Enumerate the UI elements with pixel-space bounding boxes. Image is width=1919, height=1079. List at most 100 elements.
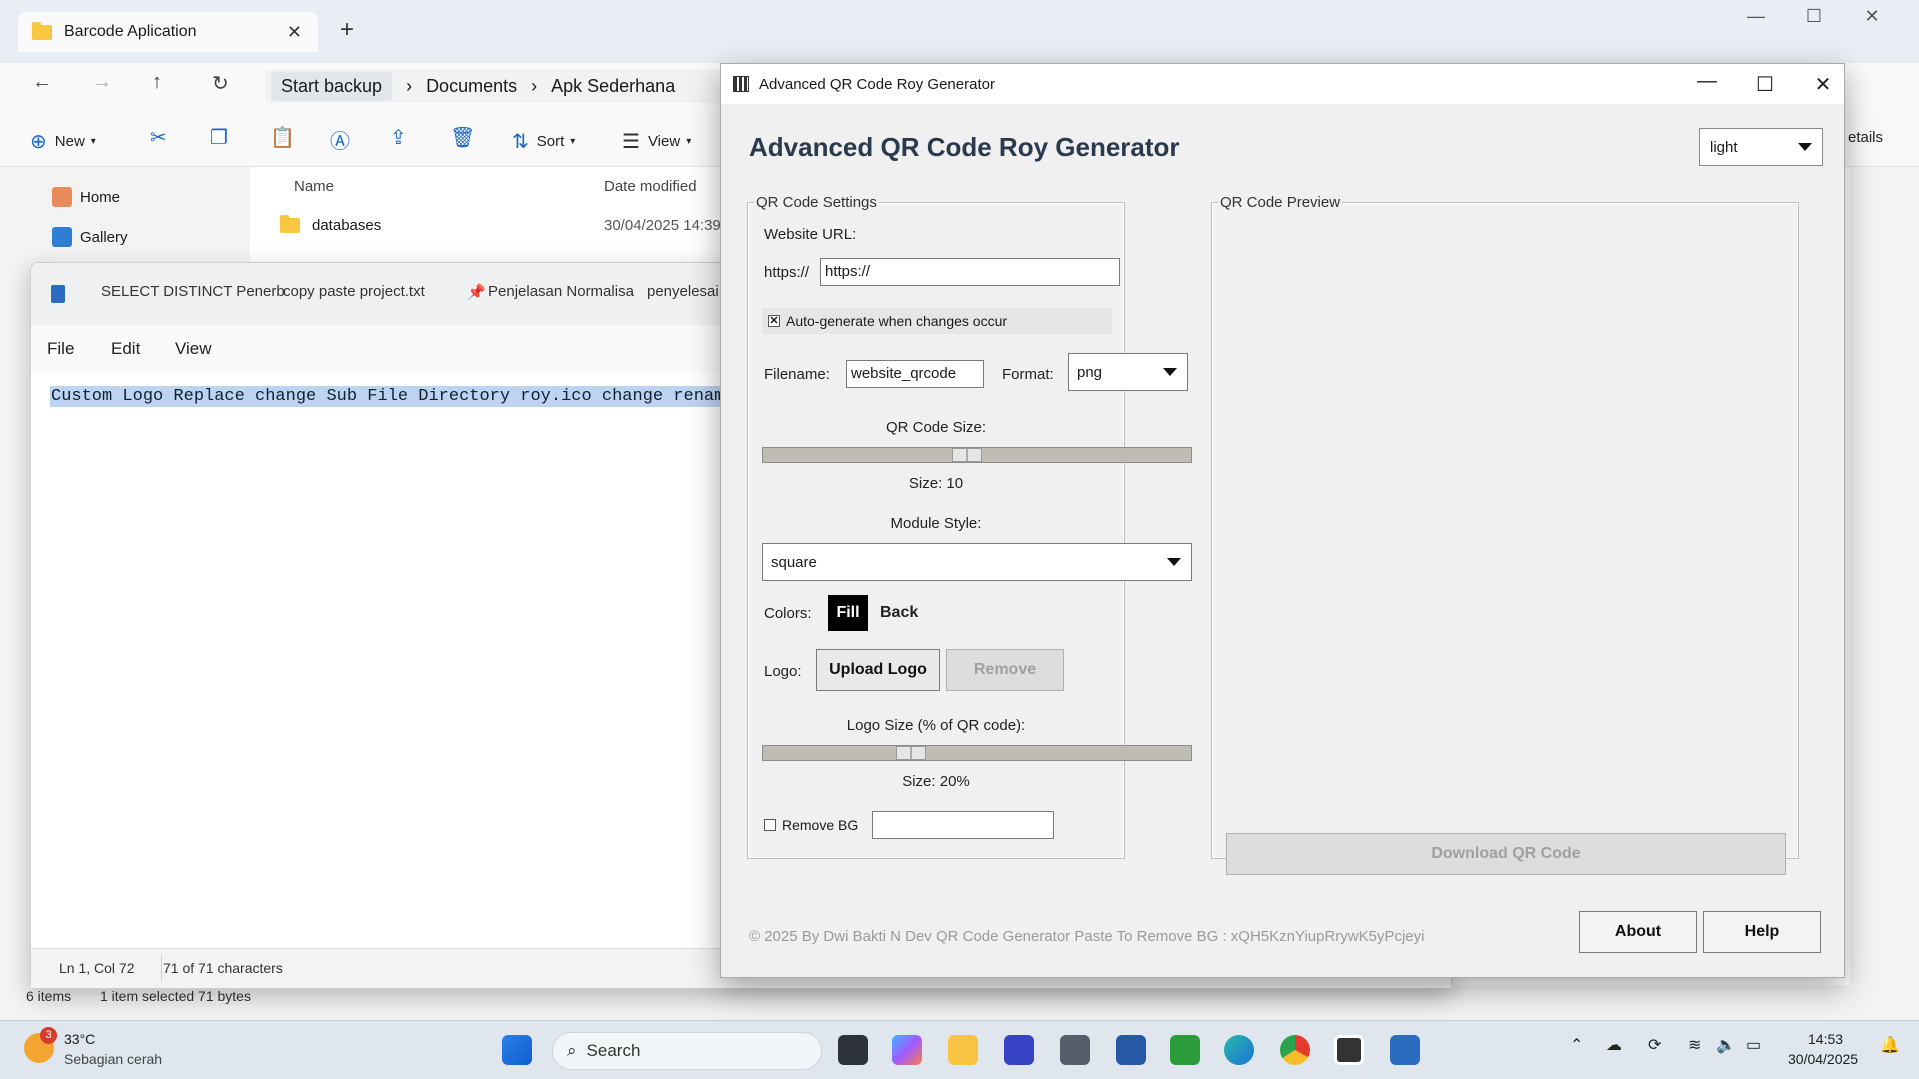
menu-edit[interactable]: Edit: [111, 339, 140, 359]
minimize-icon[interactable]: —: [1732, 6, 1780, 27]
format-value: png: [1077, 363, 1103, 381]
remove-bg-key-input[interactable]: [872, 811, 1054, 839]
xbox-icon[interactable]: [1170, 1035, 1200, 1065]
breadcrumb-start-backup[interactable]: Start backup: [271, 71, 393, 101]
clock-time[interactable]: 14:53: [1808, 1031, 1843, 1047]
close-window-icon[interactable]: ✕: [1848, 6, 1896, 27]
url-prefix: https://: [764, 264, 810, 281]
start-icon[interactable]: [502, 1035, 532, 1065]
logo-size-value: Size: 20%: [902, 773, 970, 790]
logo-size-slider[interactable]: [762, 745, 1192, 761]
module-style-select[interactable]: square: [762, 543, 1192, 581]
remove-logo-button[interactable]: Remove: [946, 649, 1064, 691]
view-button[interactable]: ☰ View ▾: [622, 129, 691, 154]
delete-icon[interactable]: 🗑: [450, 125, 475, 150]
taskbar: 3 33°C Sebagian cerah ⌕ Search ⌃ ☁ ⟳ ≋ 🔈…: [0, 1020, 1919, 1079]
selection-info: 1 item selected 71 bytes: [100, 988, 251, 1004]
qr-app-taskbar-icon[interactable]: [1334, 1035, 1364, 1065]
auto-generate-checkbox[interactable]: ✕ Auto-generate when changes occur: [762, 308, 1112, 334]
share-icon[interactable]: ⇪: [390, 125, 407, 150]
refresh-icon[interactable]: ↻: [212, 71, 229, 96]
task-view-icon[interactable]: [838, 1035, 868, 1065]
notification-bell-icon[interactable]: 🔔: [1880, 1035, 1900, 1055]
sort-button[interactable]: ⇅ Sort ▾: [512, 129, 575, 154]
details-button[interactable]: etails: [1848, 129, 1883, 146]
sidebar-item-home[interactable]: Home: [52, 187, 120, 207]
weather-temp: 33°C: [64, 1031, 96, 1047]
help-button[interactable]: Help: [1703, 911, 1821, 953]
clock-date[interactable]: 30/04/2025: [1788, 1051, 1858, 1067]
column-header-date[interactable]: Date modified: [604, 178, 697, 195]
minimize-icon[interactable]: —: [1687, 70, 1727, 93]
about-button[interactable]: About: [1579, 911, 1697, 953]
menu-file[interactable]: File: [47, 339, 74, 359]
copilot-icon[interactable]: [892, 1035, 922, 1065]
upload-logo-button[interactable]: Upload Logo: [816, 649, 940, 691]
paste-icon[interactable]: 📋: [270, 125, 295, 150]
notepad-tab[interactable]: copy paste project.txt: [283, 283, 425, 300]
chevron-down-icon: [1163, 368, 1177, 376]
edge-icon[interactable]: [1224, 1035, 1254, 1065]
notepad-tab[interactable]: Penjelasan Normalisa: [488, 283, 634, 300]
folder-icon: [280, 215, 300, 233]
format-select[interactable]: png: [1068, 353, 1188, 391]
new-button[interactable]: ⊕ New ▾: [30, 129, 96, 154]
notepad-tab[interactable]: penyelesai: [647, 283, 719, 300]
qr-size-slider[interactable]: [762, 447, 1192, 463]
home-icon: [52, 187, 72, 207]
taskbar-search[interactable]: ⌕ Search: [552, 1032, 822, 1070]
colors-label: Colors:: [764, 605, 812, 622]
selected-text: Custom Logo Replace change Sub File Dire…: [50, 386, 736, 407]
breadcrumb-apk-sederhana[interactable]: Apk Sederhana: [551, 76, 675, 97]
breadcrumb-documents[interactable]: Documents: [426, 76, 517, 97]
sidebar-item-gallery[interactable]: Gallery: [52, 227, 128, 247]
back-arrow-icon[interactable]: ←: [32, 71, 52, 94]
chrome-icon[interactable]: [1280, 1035, 1310, 1065]
qr-generator-window: Advanced QR Code Roy Generator — ☐ ✕ Adv…: [720, 63, 1845, 978]
close-icon[interactable]: ✕: [1803, 72, 1843, 97]
notepad-tab[interactable]: SELECT DISTINCT Penerb: [101, 283, 285, 300]
slider-thumb[interactable]: [951, 448, 982, 462]
list-item[interactable]: databases: [280, 215, 381, 234]
close-tab-icon[interactable]: ✕: [287, 22, 302, 43]
size-value: Size: 10: [908, 475, 964, 492]
up-arrow-icon[interactable]: ↑: [152, 71, 162, 94]
slider-thumb[interactable]: [895, 746, 926, 760]
sidebar-item-label: Gallery: [80, 228, 128, 246]
maximize-icon[interactable]: ☐: [1745, 72, 1785, 97]
column-header-name[interactable]: Name: [294, 178, 334, 195]
tray-chevron-up-icon[interactable]: ⌃: [1570, 1035, 1583, 1055]
theme-select[interactable]: light: [1699, 128, 1823, 166]
copy-icon[interactable]: ❐: [210, 125, 228, 150]
menu-view[interactable]: View: [175, 339, 212, 359]
filename-input[interactable]: website_qrcode: [846, 360, 984, 388]
folder-icon: [32, 21, 52, 40]
fill-color-button[interactable]: Fill: [828, 595, 868, 631]
explorer-tab[interactable]: Barcode Aplication ✕: [18, 12, 318, 52]
sync-icon[interactable]: ⟳: [1648, 1035, 1661, 1055]
maximize-icon[interactable]: ☐: [1790, 6, 1838, 27]
gallery-icon: [52, 227, 72, 247]
store-icon[interactable]: [1116, 1035, 1146, 1065]
new-tab-icon[interactable]: +: [340, 16, 354, 44]
rename-icon[interactable]: Ⓐ: [330, 125, 350, 154]
battery-icon[interactable]: ▭: [1746, 1035, 1761, 1055]
url-input[interactable]: https://: [820, 258, 1120, 286]
volume-icon[interactable]: 🔈: [1716, 1035, 1736, 1055]
forward-arrow-icon[interactable]: →: [92, 71, 112, 94]
download-qr-button[interactable]: Download QR Code: [1226, 833, 1786, 875]
file-date: 30/04/2025 14:39: [604, 217, 721, 234]
notepad-taskbar-icon[interactable]: [1390, 1035, 1420, 1065]
file-explorer-icon[interactable]: [948, 1035, 978, 1065]
onedrive-icon[interactable]: ☁: [1606, 1035, 1622, 1055]
cut-icon[interactable]: ✂: [150, 125, 167, 150]
weather-desc: Sebagian cerah: [64, 1051, 163, 1067]
app-icon[interactable]: [1060, 1035, 1090, 1065]
explorer-status-bar: 6 items 1 item selected 71 bytes: [0, 985, 1919, 1020]
back-color-button[interactable]: Back: [880, 604, 918, 622]
wifi-icon[interactable]: ≋: [1688, 1035, 1701, 1055]
vscode-icon[interactable]: [1004, 1035, 1034, 1065]
breadcrumb[interactable]: Start backup › Documents › Apk Sederhana: [265, 69, 725, 103]
remove-bg-checkbox[interactable]: Remove BG: [764, 817, 858, 833]
checkbox-icon: [764, 819, 776, 831]
